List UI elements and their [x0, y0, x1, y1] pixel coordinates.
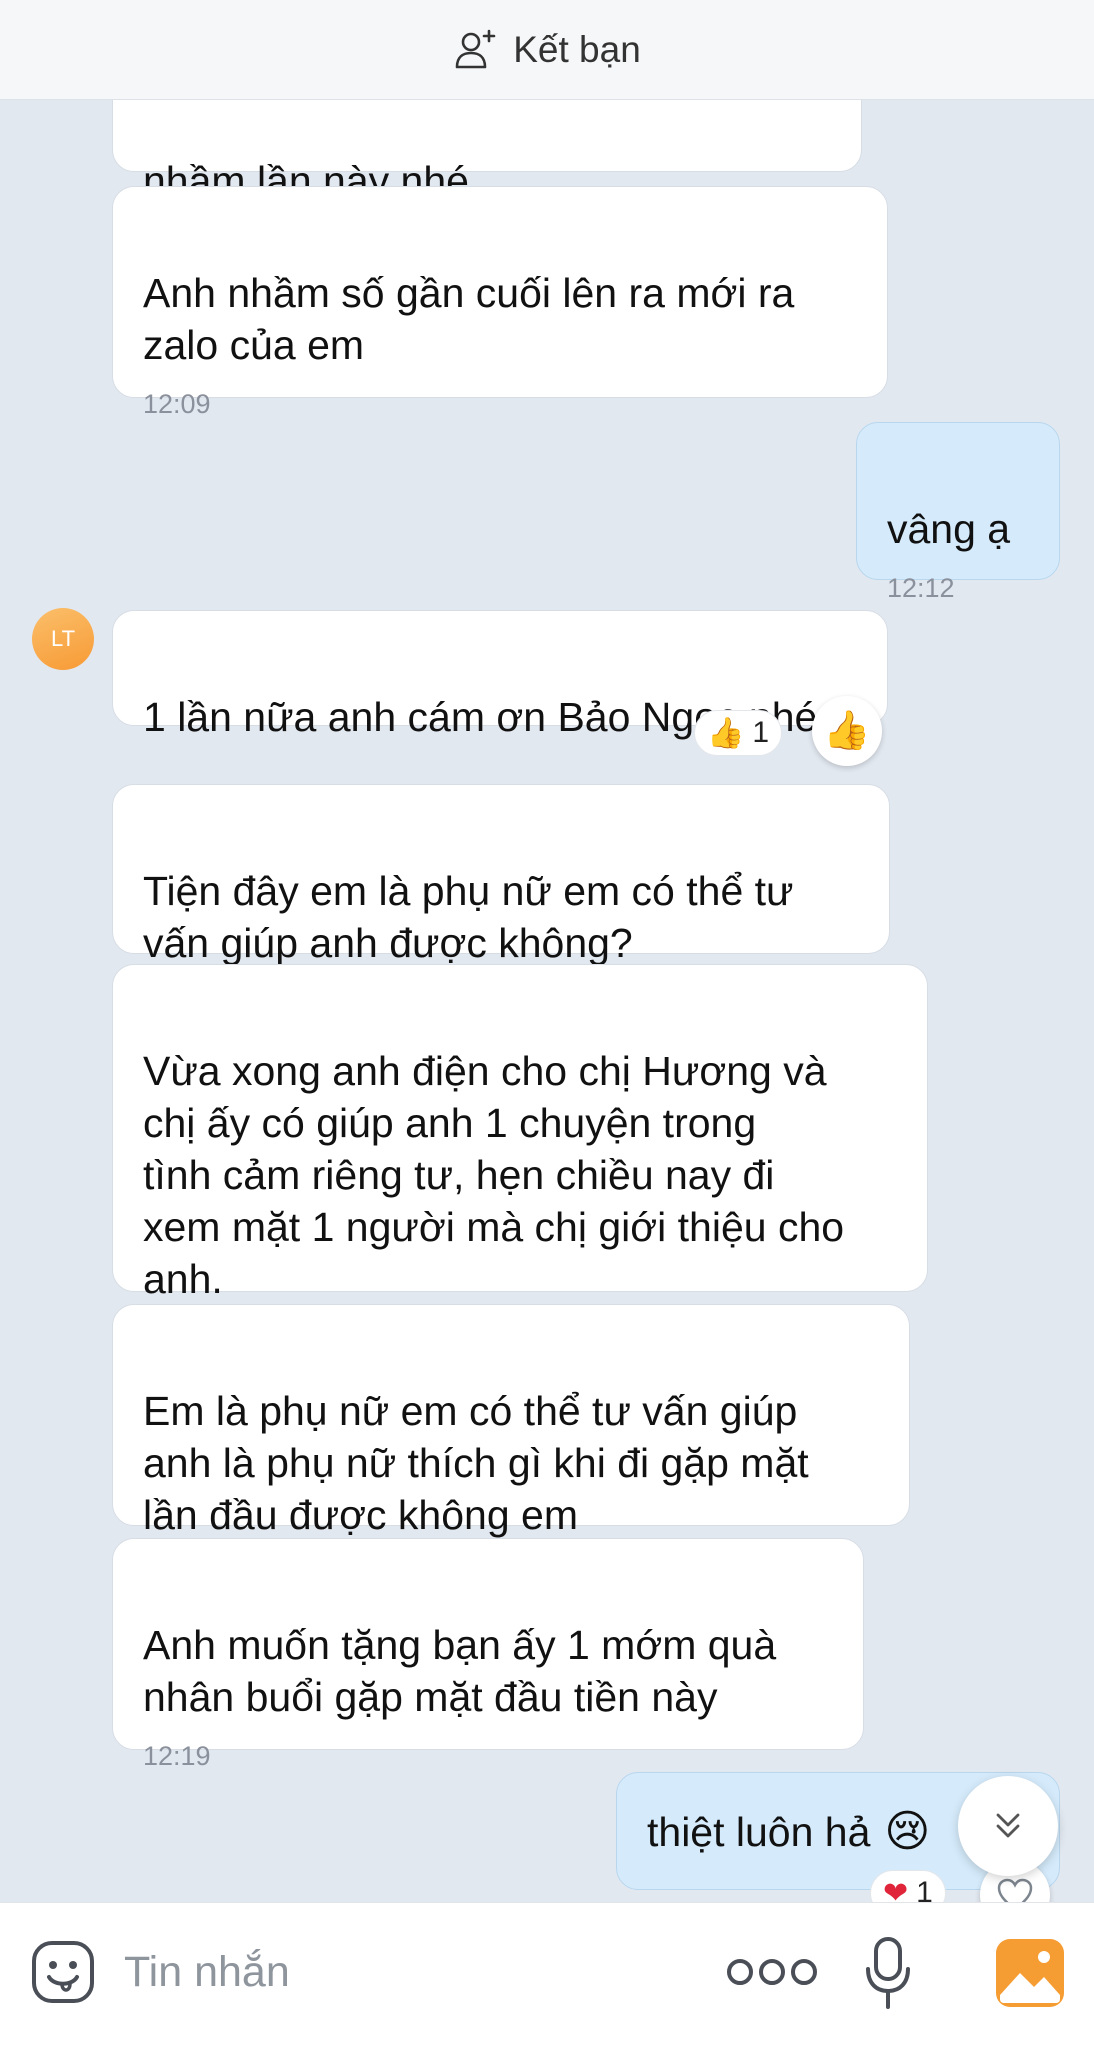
photo-icon[interactable] — [994, 1937, 1066, 2009]
sticker-icon[interactable] — [30, 1939, 96, 2005]
message-text: Anh muốn tặng bạn ấy 1 mớm quà nhân buổi… — [143, 1622, 777, 1720]
message-bubble[interactable]: Em là phụ nữ em có thể tư vấn giúp anh l… — [112, 1304, 910, 1538]
reaction-summary[interactable]: 👍 1 — [694, 710, 783, 756]
message-text: vâng ạ — [887, 506, 1011, 552]
more-icon[interactable] — [724, 1947, 820, 1997]
message-text: Em là phụ nữ em có thể tư vấn giúp anh l… — [143, 1388, 809, 1538]
avatar-initials: LT — [50, 626, 76, 651]
message-bubble[interactable]: Tiện đây em là phụ nữ em có thể tư vấn g… — [112, 784, 890, 966]
thumbs-up-icon: 👍 — [823, 710, 871, 752]
top-bar: Kết bạn — [0, 0, 1094, 100]
crying-emoji-icon: 😢 — [884, 1807, 931, 1856]
reaction-count: 1 — [916, 1876, 933, 1902]
heart-icon: ❤ — [883, 1876, 909, 1903]
my-message-bubble[interactable]: vâng ạ 12:12 — [856, 422, 1060, 603]
message-bubble[interactable]: Vừa xong anh điện cho chị Hương và chị ấ… — [112, 964, 928, 1302]
message-text: Vừa xong anh điện cho chị Hương và chị ấ… — [143, 1048, 845, 1302]
reaction-summary[interactable]: ❤ 1 — [870, 1870, 946, 1902]
thumbs-up-icon: 👍 — [707, 716, 745, 750]
message-text: thiệt luôn hả — [647, 1809, 871, 1855]
react-button[interactable]: 👍 — [812, 696, 882, 766]
avatar[interactable]: LT — [32, 608, 94, 670]
message-bubble[interactable]: Anh nhầm số gần cuối lên ra mới ra zalo … — [112, 186, 888, 419]
message-text: Tiện đây em là phụ nữ em có thể tư vấn g… — [143, 868, 794, 966]
double-chevron-down-icon — [996, 1813, 1020, 1838]
message-list[interactable]: nhầm lần này nhé Anh nhầm số gần cuối lê… — [0, 100, 1094, 1902]
add-friend-icon[interactable] — [453, 27, 499, 73]
message-bubble[interactable]: Anh muốn tặng bạn ấy 1 mớm quà nhân buổi… — [112, 1538, 864, 1771]
heart-outline-icon — [997, 1878, 1033, 1902]
message-bubble[interactable]: 1 lần nữa anh cám ơn Bảo Ngọc nhé — [112, 610, 888, 740]
reaction-count: 1 — [752, 716, 770, 749]
composer-bar — [0, 1902, 1094, 2048]
message-time: 12:12 — [887, 573, 955, 603]
message-time: 12:19 — [143, 1741, 211, 1771]
message-time: 12:09 — [143, 389, 211, 419]
add-friend-button[interactable]: Kết bạn — [513, 29, 641, 71]
message-bubble[interactable]: nhầm lần này nhé — [112, 100, 862, 204]
mic-icon[interactable] — [864, 1935, 912, 2011]
message-text: Anh nhầm số gần cuối lên ra mới ra zalo … — [143, 270, 795, 368]
scroll-to-bottom-button[interactable] — [958, 1776, 1058, 1876]
message-input[interactable] — [124, 1939, 684, 2005]
